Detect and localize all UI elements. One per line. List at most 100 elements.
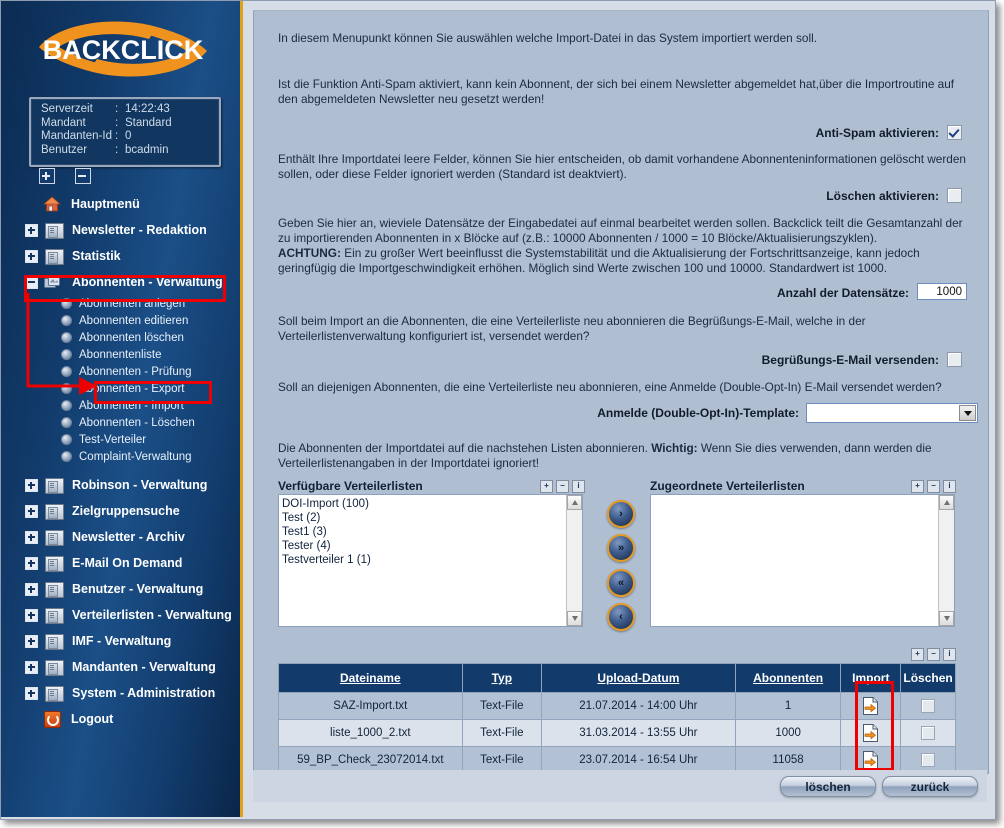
expand-icon[interactable] xyxy=(25,530,38,544)
available-lists-scrollbar[interactable] xyxy=(566,495,582,626)
column-header-upload-datum[interactable]: Upload-Datum xyxy=(541,663,736,693)
move-left-button[interactable]: ‹ xyxy=(607,603,635,631)
chevron-down-icon[interactable] xyxy=(959,405,976,421)
sidebar-subitem-abonnenten-loeschen-1[interactable]: Abonnenten löschen xyxy=(1,329,243,346)
list-item[interactable]: Tester (4) xyxy=(282,539,566,553)
column-header-typ[interactable]: Typ xyxy=(461,663,543,693)
info-icon[interactable]: i xyxy=(943,648,956,661)
expand-icon[interactable] xyxy=(25,556,38,570)
list-item[interactable]: Test1 (3) xyxy=(282,525,566,539)
available-lists-title: Verfügbare Verteilerlisten xyxy=(278,479,423,493)
collapse-icon[interactable]: − xyxy=(927,648,940,661)
column-header-abonnenten[interactable]: Abonnenten xyxy=(734,663,842,693)
column-header-dateiname[interactable]: Dateiname xyxy=(278,663,463,693)
sidebar-item-mandanten-verwaltung[interactable]: Mandanten - Verwaltung xyxy=(1,654,243,680)
import-file-icon[interactable] xyxy=(862,697,879,715)
sidebar-subitem-test-verteiler[interactable]: Test-Verteiler xyxy=(1,431,243,448)
sidebar-item-label: Verteilerlisten - Verwaltung xyxy=(72,608,232,622)
assigned-lists-scrollbar[interactable] xyxy=(938,495,954,626)
doi-template-select[interactable] xyxy=(806,403,978,423)
expand-icon[interactable]: + xyxy=(911,480,924,493)
collapse-icon[interactable]: − xyxy=(927,480,940,493)
move-right-button[interactable]: › xyxy=(607,500,635,528)
delete-checkbox[interactable] xyxy=(921,753,936,767)
expand-icon[interactable]: + xyxy=(540,480,553,493)
intro-text: In diesem Menupunkt können Sie auswählen… xyxy=(278,31,817,45)
sidebar-item-abonnenten-verwaltung[interactable]: Abonnenten - Verwaltung xyxy=(1,269,243,295)
scroll-up-icon[interactable] xyxy=(567,495,582,510)
expand-icon[interactable] xyxy=(25,504,38,518)
expand-icon[interactable] xyxy=(25,223,38,237)
available-lists-tools: + − i xyxy=(540,480,585,493)
sidebar-subitem-abonnenten-anlegen[interactable]: Abonnenten anlegen xyxy=(1,295,243,312)
sidebar-item-verteilerlisten-verwaltung[interactable]: Verteilerlisten - Verwaltung xyxy=(1,602,243,628)
scroll-down-icon[interactable] xyxy=(939,611,954,626)
sidebar-item-logout[interactable]: Logout xyxy=(1,706,243,732)
sidebar-item-hauptmenu[interactable]: Hauptmenü xyxy=(1,191,243,217)
assigned-lists-box[interactable] xyxy=(650,494,955,627)
backclick-admin-window: BACKCLICK Serverzeit : 14:22:43 Mandant … xyxy=(0,0,1004,828)
info-icon[interactable]: i xyxy=(572,480,585,493)
begruessung-checkbox[interactable] xyxy=(947,352,962,367)
loeschen-checkbox[interactable] xyxy=(947,188,962,203)
sidebar-subitem-abonnentenliste[interactable]: Abonnentenliste xyxy=(1,346,243,363)
expand-icon[interactable] xyxy=(25,608,38,622)
folder-icon xyxy=(44,658,64,676)
expand-icon[interactable] xyxy=(25,582,38,596)
sidebar-subitem-abonnenten-editieren[interactable]: Abonnenten editieren xyxy=(1,312,243,329)
import-file-icon[interactable] xyxy=(862,724,879,742)
scroll-up-icon[interactable] xyxy=(939,495,954,510)
sidebar-item-statistik[interactable]: Statistik xyxy=(1,243,243,269)
sidebar-item-benutzer-verwaltung[interactable]: Benutzer - Verwaltung xyxy=(1,576,243,602)
sidebar-subitem-abonnenten-pruefung[interactable]: Abonnenten - Prüfung xyxy=(1,363,243,380)
expand-icon[interactable] xyxy=(25,686,38,700)
cell-typ: Text-File xyxy=(461,692,543,720)
sidebar-item-system-administration[interactable]: System - Administration xyxy=(1,680,243,706)
cell-loeschen[interactable] xyxy=(900,719,956,747)
sidebar-item-email-on-demand[interactable]: E-Mail On Demand xyxy=(1,550,243,576)
expand-icon[interactable] xyxy=(25,634,38,648)
sidebar: BACKCLICK Serverzeit : 14:22:43 Mandant … xyxy=(1,1,243,817)
available-lists-box[interactable]: DOI-Import (100) Test (2) Test1 (3) Test… xyxy=(278,494,583,627)
expand-icon[interactable]: + xyxy=(911,648,924,661)
cell-loeschen[interactable] xyxy=(900,692,956,720)
sidebar-subitem-abonnenten-import[interactable]: Abonnenten - Import xyxy=(1,397,243,414)
sidebar-subitem-complaint-verwaltung[interactable]: Complaint-Verwaltung xyxy=(1,448,243,465)
bullet-icon xyxy=(61,400,72,411)
sidebar-item-robinson-verwaltung[interactable]: Robinson - Verwaltung xyxy=(1,472,243,498)
move-all-left-button[interactable]: « xyxy=(607,569,635,597)
cell-upload-datum: 21.07.2014 - 14:00 Uhr xyxy=(541,692,736,720)
sidebar-item-newsletter-redaktion[interactable]: Newsletter - Redaktion xyxy=(1,217,243,243)
expand-icon[interactable] xyxy=(25,249,38,263)
back-button[interactable]: zurück xyxy=(882,776,978,797)
sidebar-subitem-label: Abonnenten editieren xyxy=(79,314,189,327)
datensaetze-input[interactable]: 1000 xyxy=(917,283,967,300)
list-item[interactable]: Test (2) xyxy=(282,511,566,525)
sidebar-subitem-abonnenten-export[interactable]: Abonnenten - Export xyxy=(1,380,243,397)
svg-text:BACKCLICK: BACKCLICK xyxy=(43,35,204,65)
sidebar-item-newsletter-archiv[interactable]: Newsletter - Archiv xyxy=(1,524,243,550)
info-icon[interactable]: i xyxy=(943,480,956,493)
collapse-icon[interactable] xyxy=(25,275,38,289)
bullet-icon xyxy=(61,383,72,394)
sidebar-item-zielgruppensuche[interactable]: Zielgruppensuche xyxy=(1,498,243,524)
cell-abonnenten: 1000 xyxy=(734,719,842,747)
move-all-right-button[interactable]: » xyxy=(607,534,635,562)
collapse-icon[interactable]: − xyxy=(556,480,569,493)
list-item[interactable]: Testverteiler 1 (1) xyxy=(282,553,566,567)
expand-all-button[interactable] xyxy=(39,168,55,184)
collapse-all-button[interactable] xyxy=(75,168,91,184)
scroll-down-icon[interactable] xyxy=(567,611,582,626)
delete-checkbox[interactable] xyxy=(921,699,936,713)
import-file-icon[interactable] xyxy=(862,751,879,769)
expand-icon[interactable] xyxy=(25,660,38,674)
cell-import[interactable] xyxy=(840,719,902,747)
cell-import[interactable] xyxy=(840,692,902,720)
expand-icon[interactable] xyxy=(25,478,38,492)
delete-button[interactable]: löschen xyxy=(780,776,876,797)
delete-checkbox[interactable] xyxy=(921,726,936,740)
antispam-checkbox[interactable] xyxy=(947,125,962,140)
sidebar-item-imf-verwaltung[interactable]: IMF - Verwaltung xyxy=(1,628,243,654)
sidebar-subitem-abonnenten-loeschen-2[interactable]: Abonnenten - Löschen xyxy=(1,414,243,431)
list-item[interactable]: DOI-Import (100) xyxy=(282,497,566,511)
